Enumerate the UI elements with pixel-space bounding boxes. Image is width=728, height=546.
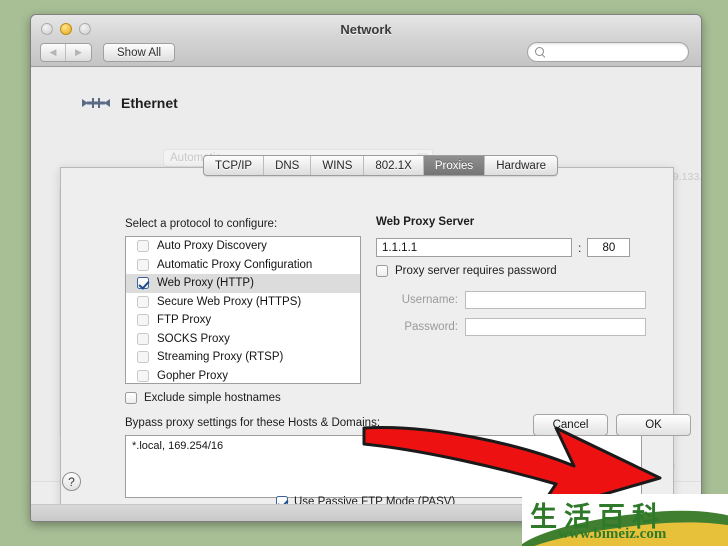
protocol-row-web-proxy-http[interactable]: Web Proxy (HTTP) [126, 274, 360, 293]
checkbox-icon[interactable] [137, 332, 149, 345]
protocol-label: Gopher Proxy [157, 369, 228, 382]
colon-separator: : [578, 240, 582, 255]
password-row: Password: [376, 318, 646, 336]
navigation-buttons: ◀ ▶ [40, 43, 92, 62]
network-preferences-window: Network ◀ ▶ Show All Location: Automatic [30, 14, 702, 522]
username-input[interactable] [465, 291, 646, 309]
tab-tcpip[interactable]: TCP/IP [204, 156, 265, 175]
search-field[interactable] [527, 42, 689, 62]
protocol-label: Streaming Proxy (RTSP) [157, 351, 284, 364]
search-input[interactable] [550, 46, 670, 58]
checkbox-checked-icon[interactable] [137, 277, 149, 290]
watermark-url: www.bimeiz.com [558, 526, 667, 542]
tab-dns[interactable]: DNS [264, 156, 312, 175]
sheet-buttons: Cancel OK [533, 414, 691, 436]
window-title: Network [340, 22, 392, 37]
tab-bar: TCP/IP DNS WINS 802.1X Proxies Hardware [203, 155, 559, 176]
proxy-requires-password-row[interactable]: Proxy server requires password [376, 265, 557, 277]
protocol-label: SOCKS Proxy [157, 332, 230, 345]
checkbox-icon[interactable] [137, 314, 149, 327]
password-label: Password: [404, 321, 458, 333]
proxy-host-input[interactable]: 1.1.1.1 [376, 238, 572, 257]
protocol-list-label: Select a protocol to configure: [125, 218, 278, 230]
checkbox-icon[interactable] [137, 258, 149, 271]
tab-hardware[interactable]: Hardware [485, 156, 557, 175]
protocol-row-gopher-proxy[interactable]: Gopher Proxy [126, 367, 360, 384]
protocol-row-streaming-proxy-rtsp[interactable]: Streaming Proxy (RTSP) [126, 348, 360, 367]
tab-wins[interactable]: WINS [311, 156, 365, 175]
protocol-label: Secure Web Proxy (HTTPS) [157, 295, 302, 308]
protocol-row-socks-proxy[interactable]: SOCKS Proxy [126, 330, 360, 349]
checkbox-icon[interactable] [137, 240, 149, 253]
tab-8021x[interactable]: 802.1X [364, 156, 424, 175]
help-button[interactable]: ? [62, 472, 81, 491]
ok-button[interactable]: OK [616, 414, 691, 436]
interface-header: Ethernet [81, 94, 178, 112]
username-label: Username: [401, 294, 458, 306]
checkbox-icon[interactable] [137, 295, 149, 308]
exclude-simple-hostnames-label: Exclude simple hostnames [144, 392, 281, 404]
interface-name: Ethernet [121, 95, 178, 111]
tab-proxies[interactable]: Proxies [423, 156, 486, 175]
protocol-label: Web Proxy (HTTP) [157, 277, 254, 290]
window-body: Location: Automatic Ethernet Connected [31, 67, 701, 521]
checkbox-icon[interactable] [137, 369, 149, 382]
protocol-row-auto-proxy-discovery[interactable]: Auto Proxy Discovery [126, 237, 360, 256]
show-all-button[interactable]: Show All [103, 43, 176, 62]
cancel-button[interactable]: Cancel [533, 414, 608, 436]
forward-button[interactable]: ▶ [66, 44, 91, 61]
web-proxy-server-row: 1.1.1.1 : 80 [376, 238, 631, 257]
password-input[interactable] [465, 318, 646, 336]
window-titlebar: Network ◀ ▶ Show All [31, 15, 701, 67]
proxy-requires-password-label: Proxy server requires password [395, 265, 557, 277]
protocol-label: FTP Proxy [157, 314, 212, 327]
protocol-label: Automatic Proxy Configuration [157, 258, 313, 271]
proxy-port-input[interactable]: 80 [587, 238, 631, 257]
protocol-row-secure-web-proxy-https[interactable]: Secure Web Proxy (HTTPS) [126, 293, 360, 312]
protocol-label: Auto Proxy Discovery [157, 240, 267, 253]
ethernet-icon [81, 94, 111, 112]
protocol-row-automatic-proxy-configuration[interactable]: Automatic Proxy Configuration [126, 256, 360, 275]
protocol-row-ftp-proxy[interactable]: FTP Proxy [126, 311, 360, 330]
checkbox-icon[interactable] [376, 265, 388, 277]
watermark: 生活百科 www.bimeiz.com [522, 494, 728, 546]
bypass-proxy-textarea[interactable]: *.local, 169.254/16 [125, 435, 642, 498]
exclude-simple-hostnames-row[interactable]: Exclude simple hostnames [125, 392, 281, 404]
back-button[interactable]: ◀ [41, 44, 66, 61]
bypass-proxy-label: Bypass proxy settings for these Hosts & … [125, 417, 381, 429]
checkbox-icon[interactable] [137, 351, 149, 364]
search-icon [535, 46, 546, 58]
checkbox-icon[interactable] [125, 392, 137, 404]
protocol-list[interactable]: Auto Proxy Discovery Automatic Proxy Con… [125, 236, 361, 384]
proxies-sheet: TCP/IP DNS WINS 802.1X Proxies Hardware … [60, 155, 674, 508]
username-row: Username: [376, 291, 646, 309]
web-proxy-server-title: Web Proxy Server [376, 216, 475, 228]
